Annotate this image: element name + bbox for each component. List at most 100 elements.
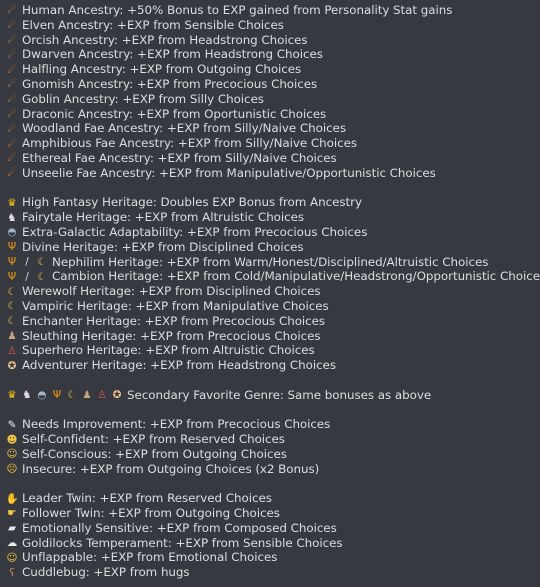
message-line: ☄ Halfling Ancestry: +EXP from Outgoing C… (6, 62, 540, 77)
message-line: ▰ Emotionally Sensitive: +EXP from Compos… (6, 521, 540, 536)
line-text: Self-Conscious: +EXP from Outgoing Choic… (22, 446, 287, 461)
line-text: Werewolf Heritage: +EXP from Disciplined… (22, 284, 321, 299)
emoji-group: ☄ (6, 93, 18, 105)
emoji-group: ☄ (6, 152, 18, 164)
message-line: Ψ / ☾ Cambion Heritage: +EXP from Cold/Mani… (6, 269, 540, 284)
detective-icon: ♟ (7, 329, 17, 342)
line-text: Self-Confident: +EXP from Reserved Choic… (22, 432, 285, 447)
sweat-smile-face-icon: ☺ (6, 448, 18, 461)
cloud-icon: ☁ (6, 537, 18, 550)
message-line: ☾ Werewolf Heritage: +EXP from Discipline… (6, 284, 540, 299)
line-text: Emotionally Sensitive: +EXP from Compose… (22, 520, 337, 535)
emoji-group: ☻ (6, 434, 18, 446)
emoji-group: ☄ (6, 49, 18, 61)
message-line: ✪ Adventurer Heritage: +EXP from Headstro… (6, 358, 540, 373)
emoji-group: Ψ (6, 241, 18, 253)
trident-icon: Ψ (7, 241, 17, 254)
line-text: Superhero Heritage: +EXP from Altruistic… (22, 343, 315, 358)
line-text: Goblin Ancestry: +EXP from Silly Choices (22, 91, 264, 106)
message-line: Ψ / ☾ Nephilim Heritage: +EXP from Warm/Ho… (6, 255, 540, 270)
message-line: ☻ Self-Confident: +EXP from Reserved Choi… (6, 432, 540, 447)
message-line: ☄ Unseelie Fae Ancestry: +EXP from Manipu… (6, 166, 540, 181)
crescent-moon-icon: ☾ (7, 315, 17, 328)
message-line: ☺ Unflappable: +EXP from Emotional Choice… (6, 550, 540, 565)
trident-icon: Ψ (52, 389, 62, 402)
emoji-group: ☁ (6, 537, 18, 549)
message-line: ☄ Woodland Fae Ancestry: +EXP from Silly/… (6, 121, 540, 136)
trident-icon: Ψ (7, 255, 17, 268)
comet-icon: ☄ (7, 107, 17, 120)
emoji-group: ☾ (6, 286, 18, 298)
emoji-group: ✋ (5, 492, 19, 505)
emoji-group: ☾ (6, 315, 18, 327)
message-line: ♛ ♞ ◓ Ψ ☾ ♟ ♙ ✪ Secondary Favorite Genre: Same b… (6, 388, 540, 403)
worried-face-icon: ☹ (6, 463, 18, 476)
line-text: Follower Twin: +EXP from Outgoing Choice… (22, 506, 280, 521)
crescent-moon-icon: ☾ (37, 270, 47, 283)
comet-icon: ☄ (7, 122, 17, 135)
line-text: Halfling Ancestry: +EXP from Outgoing Ch… (22, 62, 302, 77)
superhero-icon: ♙ (7, 344, 17, 357)
message-line: ✋ Leader Twin: +EXP from Reserved Choices (5, 491, 540, 506)
line-text: Needs Improvement: +EXP from Precocious … (22, 417, 331, 432)
emoji-group: ☄ (6, 123, 18, 135)
ufo-icon: ◓ (7, 226, 17, 239)
unicorn-icon: ♞ (22, 389, 32, 402)
emoji-group: ☄ (6, 4, 18, 16)
slash-icon: / (25, 270, 29, 283)
message-line: ☄ Gnomish Ancestry: +EXP from Precocious … (6, 77, 540, 92)
line-text: Human Ancestry: +50% Bonus to EXP gained… (22, 3, 453, 17)
emoji-group: ▰ (6, 522, 18, 534)
line-text: Divine Heritage: +EXP from Disciplined C… (22, 239, 304, 254)
emoji-group: ☄ (6, 167, 18, 179)
message-line: ☾ Vampiric Heritage: +EXP from Manipulati… (6, 299, 540, 314)
message-line: ☄ Goblin Ancestry: +EXP from Silly Choice… (6, 92, 540, 107)
comet-icon: ☄ (7, 63, 17, 76)
emoji-group: ☄ (6, 78, 18, 90)
line-text: Ethereal Fae Ancestry: +EXP from Silly/N… (22, 150, 337, 165)
line-text: Amphibious Fae Ancestry: +EXP from Silly… (22, 136, 358, 151)
line-text: Unflappable: +EXP from Emotional Choices (22, 550, 278, 565)
comet-icon: ☄ (7, 137, 17, 150)
trident-icon: Ψ (7, 270, 17, 283)
message-line: ☄ Human Ancestry: +50% Bonus to EXP gaine… (6, 3, 540, 18)
comet-icon: ☄ (7, 19, 17, 32)
crown-icon: ♛ (7, 389, 17, 402)
emoji-group: ◓ (6, 226, 18, 238)
emoji-group: ☺ (6, 448, 18, 460)
compass-icon: ✪ (7, 359, 17, 372)
line-text: Unseelie Fae Ancestry: +EXP from Manipul… (22, 165, 436, 180)
line-text: Secondary Favorite Genre: Same bonuses a… (127, 387, 432, 402)
pointing-hand-icon: ☛ (7, 507, 17, 520)
message-line: ◓ Extra-Galactic Adaptability: +EXP from … (6, 225, 540, 240)
emoji-group: ☹ (6, 463, 18, 475)
message-body: ☄ Human Ancestry: +50% Bonus to EXP gaine… (0, 0, 540, 580)
line-text: High Fantasy Heritage: Doubles EXP Bonus… (22, 195, 362, 210)
unicorn-icon: ♞ (7, 211, 17, 224)
line-text: Cambion Heritage: +EXP from Cold/Manipul… (52, 269, 540, 284)
message-line: ☄ Dwarven Ancestry: +EXP from Headstrong … (6, 47, 540, 62)
message-line: ☾ Enchanter Heritage: +EXP from Precociou… (6, 314, 540, 329)
message-line: ☺ Self-Conscious: +EXP from Outgoing Choi… (6, 447, 540, 462)
line-text: Extra-Galactic Adaptability: +EXP from P… (22, 224, 368, 239)
comet-icon: ☄ (7, 93, 17, 106)
message-line: ☹ Insecure: +EXP from Outgoing Choices (x… (6, 462, 540, 477)
crescent-moon-icon: ☾ (7, 300, 17, 313)
line-text: Orcish Ancestry: +EXP from Headstrong Ch… (22, 32, 308, 47)
relieved-face-icon: ☺ (6, 551, 18, 564)
line-text: Leader Twin: +EXP from Reserved Choices (22, 491, 272, 506)
message-line: ☄ Amphibious Fae Ancestry: +EXP from Sill… (6, 136, 540, 151)
comet-icon: ☄ (7, 48, 17, 61)
emoji-group: ☄ (6, 138, 18, 150)
emoji-group: ☛ (6, 507, 18, 519)
waving-hand-icon: ✋ (5, 492, 19, 505)
crescent-moon-icon: ☾ (37, 255, 47, 268)
comet-icon: ☄ (7, 33, 17, 46)
line-text: Elven Ancestry: +EXP from Sensible Choic… (22, 17, 284, 32)
line-text: Nephilim Heritage: +EXP from Warm/Honest… (52, 254, 489, 269)
emoji-group: ✪ (6, 360, 18, 372)
emoji-group: ✎ (6, 419, 18, 431)
line-text: Adventurer Heritage: +EXP from Headstron… (22, 358, 336, 373)
